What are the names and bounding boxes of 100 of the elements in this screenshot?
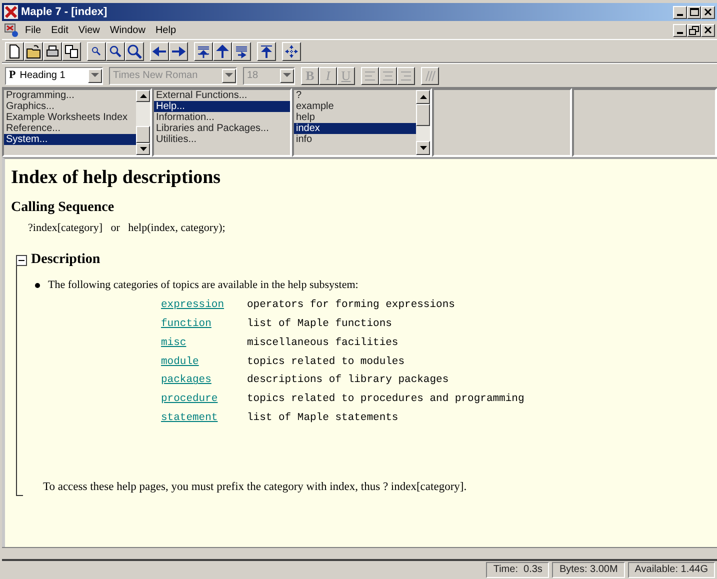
list-item[interactable]: index	[294, 123, 416, 134]
restore-icon	[688, 25, 700, 35]
magnifier-icon	[108, 44, 123, 58]
status-field: Available: 1.44G	[628, 562, 715, 578]
list-item[interactable]: Graphics...	[4, 101, 136, 112]
section-heading: Description	[31, 252, 100, 269]
list-item[interactable]: ?	[294, 90, 416, 101]
topic-link[interactable]: statement	[161, 410, 247, 427]
align-left-icon	[363, 68, 377, 82]
code-text: ?index[category] or help(index, category);	[27, 220, 226, 236]
topic-list[interactable]: Programming... Graphics... Example Worksheets Index Reference... System...	[2, 88, 152, 157]
minimize-button[interactable]	[673, 24, 687, 36]
toolbar-button[interactable]	[257, 42, 276, 60]
topic-description: miscellaneous facilities	[247, 336, 400, 351]
topic-link[interactable]: packages	[161, 373, 247, 390]
scroll-down-icon	[420, 146, 426, 150]
maximize-button[interactable]	[687, 6, 701, 18]
menu-item[interactable]: Edit	[46, 22, 74, 38]
list-item[interactable]: Libraries and Packages...	[154, 123, 290, 134]
window-title: Maple 7 - [index]	[21, 4, 108, 20]
dropdown-arrow-icon	[91, 73, 99, 78]
new-file-icon	[7, 44, 22, 58]
document-icon	[4, 22, 20, 38]
list-item[interactable]: Reference...	[4, 123, 136, 134]
toolbar-button[interactable]	[169, 42, 188, 60]
right-arrow-icon	[171, 44, 186, 58]
topic-link[interactable]: expression	[161, 298, 247, 314]
scroll-up-icon	[420, 95, 426, 99]
list-item[interactable]: Example Worksheets Index	[4, 112, 136, 123]
toolbar-button[interactable]	[213, 42, 232, 60]
up-arrow-lines-icon	[196, 44, 211, 58]
minimize-icon	[677, 14, 683, 16]
menu-item[interactable]: View	[73, 22, 105, 38]
toolbar-button[interactable]	[43, 42, 62, 60]
dropdown-arrow-icon	[225, 73, 233, 78]
minimize-button[interactable]	[673, 6, 687, 18]
paragraph: To access these help pages, you must prefix the category with index, thus ? index[category].	[43, 480, 468, 495]
list-item[interactable]: Utilities...	[154, 134, 290, 145]
list-item[interactable]: Information...	[154, 112, 290, 123]
scrollbar[interactable]	[416, 90, 430, 155]
toolbar-button[interactable]	[106, 42, 125, 60]
minimize-icon	[677, 32, 683, 34]
align-center-icon	[381, 68, 395, 82]
menu-item[interactable]: Help	[150, 22, 182, 38]
topic-link[interactable]: module	[161, 354, 247, 370]
toolbar-button[interactable]	[232, 42, 251, 60]
magnifier-icon	[127, 44, 142, 58]
topic-description: descriptions of library packages	[247, 373, 450, 388]
app-icon	[4, 5, 18, 19]
close-icon	[702, 25, 714, 35]
close-button[interactable]	[701, 6, 715, 18]
list-item[interactable]: System...	[4, 134, 136, 145]
toolbar-button[interactable]	[5, 42, 24, 60]
move-arrows-icon	[284, 44, 299, 58]
up-arrow-icon	[215, 44, 230, 58]
close-button[interactable]	[701, 24, 715, 36]
topic-link[interactable]: function	[161, 317, 247, 333]
list-item[interactable]: Programming...	[4, 90, 136, 101]
collapse-icon[interactable]	[16, 254, 27, 266]
topic-description: topics related to modules	[247, 354, 406, 370]
list-item[interactable]: External Functions...	[154, 90, 290, 101]
menu-item[interactable]: Window	[104, 22, 150, 38]
list-item[interactable]: info	[294, 134, 416, 145]
page-title: Index of help descriptions	[11, 167, 222, 190]
topic-list[interactable]: ? example help index info	[292, 88, 432, 157]
status-field: Bytes: 3.00M	[552, 562, 625, 578]
menu-item[interactable]: File	[20, 22, 46, 38]
toolbar-button[interactable]	[150, 42, 169, 60]
align-right-icon	[399, 68, 413, 82]
scrollbar[interactable]	[136, 90, 150, 155]
list-item[interactable]: Help...	[154, 101, 290, 112]
maximize-icon	[688, 7, 700, 17]
style-dropdown[interactable]: P Heading 1	[5, 66, 103, 84]
restore-button[interactable]	[687, 24, 701, 36]
topic-description: operators for forming expressions	[247, 298, 456, 314]
toolbar-button[interactable]	[125, 42, 144, 60]
topic-description: list of Maple functions	[247, 317, 393, 332]
paragraph: The following categories of topics are available in the help subsystem:	[48, 278, 358, 293]
topic-link[interactable]: misc	[161, 336, 247, 352]
topic-link[interactable]: procedure	[161, 392, 247, 408]
list-item[interactable]: example	[294, 101, 416, 112]
printer-icon	[45, 44, 60, 58]
close-icon	[702, 7, 714, 17]
toolbar-button[interactable]	[62, 42, 81, 60]
section-heading: Calling Sequence	[11, 200, 116, 217]
open-folder-icon	[26, 44, 41, 58]
toolbar-button[interactable]	[282, 42, 301, 60]
bullet-icon	[35, 282, 40, 288]
status-field: Time: 0.3s	[486, 562, 550, 578]
scrollbar[interactable]	[2, 547, 717, 561]
left-arrow-icon	[152, 44, 167, 58]
topic-list[interactable]: External Functions... Help... Information... Libraries and Packages... Utilities...	[152, 88, 292, 157]
scroll-up-icon	[140, 94, 146, 98]
toolbar-button[interactable]	[87, 42, 106, 60]
list-item[interactable]: help	[294, 112, 416, 123]
scroll-down-icon	[140, 147, 146, 152]
toolbar-button[interactable]	[194, 42, 213, 60]
topic-description: list of Maple statements	[247, 410, 400, 426]
toolbar-button[interactable]	[24, 42, 43, 60]
down-arrow-lines-icon	[234, 44, 249, 58]
